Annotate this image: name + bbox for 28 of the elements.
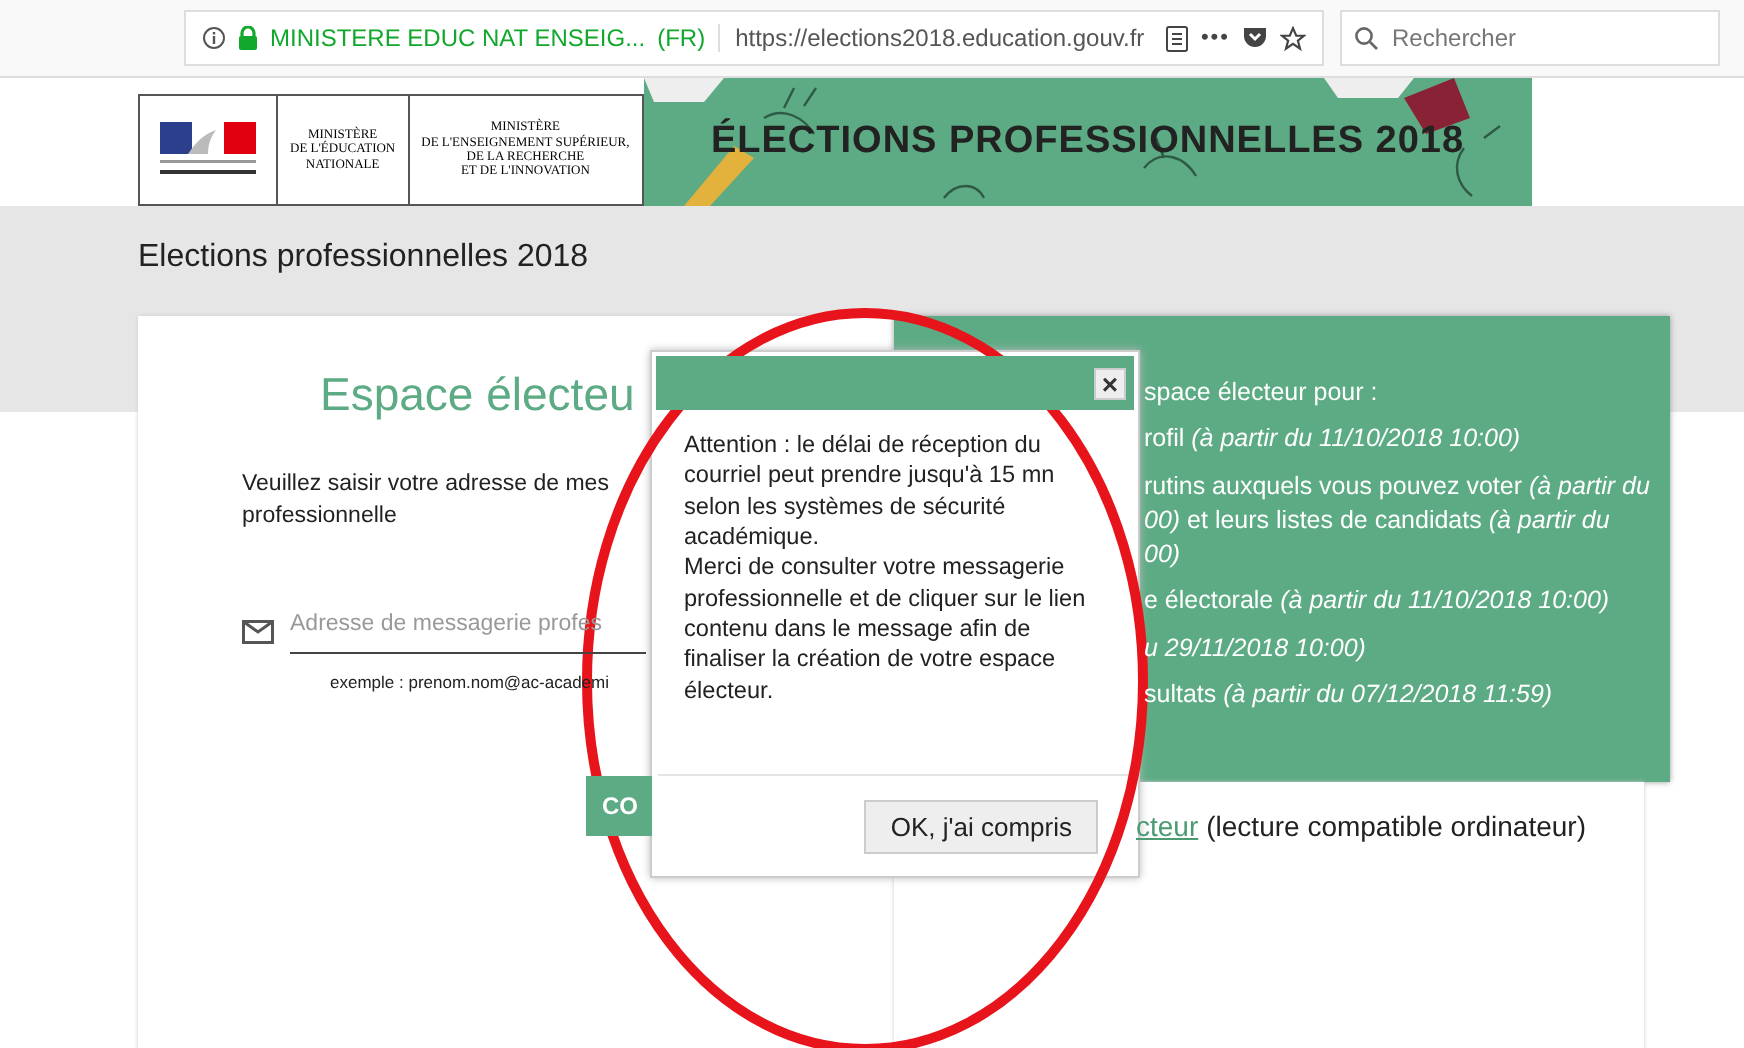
envelope-icon bbox=[242, 619, 274, 644]
instruction-text: Veuillez saisir votre adresse de mes bbox=[242, 470, 609, 500]
info-text: space électeur pour : bbox=[1144, 376, 1378, 409]
url-text[interactable]: https://elections2018.education.gouv.fr bbox=[717, 24, 1155, 52]
search-icon bbox=[1354, 26, 1378, 50]
search-field[interactable]: Rechercher bbox=[1340, 10, 1720, 66]
star-icon[interactable] bbox=[1280, 25, 1306, 51]
info-icon[interactable] bbox=[202, 26, 226, 50]
close-button[interactable]: × bbox=[1094, 367, 1126, 399]
page-title: Elections professionnelles 2018 bbox=[136, 238, 591, 276]
reader-view-icon[interactable] bbox=[1166, 25, 1189, 51]
info-text: 00) et leurs listes de candidats (à partir du bbox=[1144, 503, 1610, 536]
banner-title: ÉLECTIONS PROFESSIONNELLES 2018 bbox=[710, 120, 1465, 164]
pocket-icon[interactable] bbox=[1242, 26, 1268, 50]
instruction-text: professionnelle bbox=[242, 501, 397, 532]
info-text: rutins auxquels vous pouvez voter (à partir du bbox=[1144, 469, 1650, 502]
lock-icon bbox=[238, 26, 258, 50]
info-text: 00) bbox=[1144, 538, 1181, 571]
info-text: rofil (à partir du 11/10/2018 10:00) bbox=[1144, 422, 1521, 455]
info-text: e électorale (à partir du 11/10/2018 10:00) bbox=[1144, 584, 1610, 617]
dialog-message: Merci de consulter votre messagerie professionnelle et de cliquer sur le lien contenu dans le message afin de finaliser la création de votre espace électeur. bbox=[684, 552, 1088, 706]
dialog-message: Attention : le délai de réception du courriel peut prendre jusqu'à 15 mn selon les systèmes de sécurité académique. bbox=[684, 430, 1057, 553]
card-title: Espace électeu bbox=[320, 368, 635, 422]
language-code: (FR) bbox=[657, 24, 706, 52]
site-name: MINISTERE EDUC NAT ENSEIG... bbox=[270, 24, 646, 52]
more-menu-button[interactable]: ••• bbox=[1200, 26, 1230, 50]
guide-note: (lecture compatible ordinateur) bbox=[1206, 810, 1586, 846]
ok-button[interactable]: OK, j'ai compris bbox=[864, 799, 1098, 853]
